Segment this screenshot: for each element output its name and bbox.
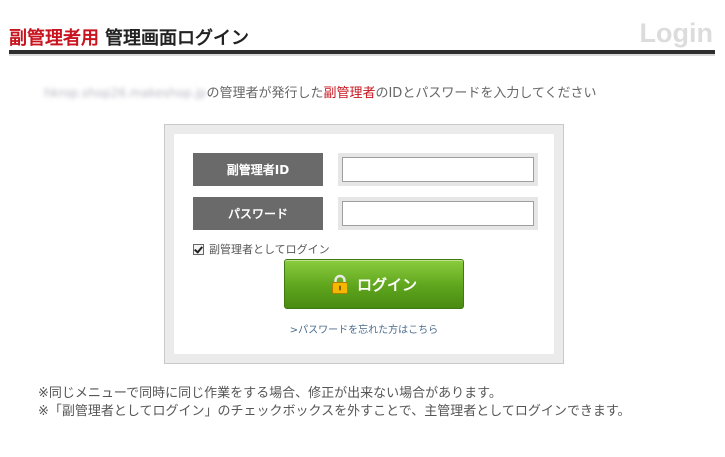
sub-admin-checkbox-row[interactable]: 副管理者としてログイン (193, 241, 330, 257)
login-page: 副管理者用 管理画面ログイン Login hkrop.shop26.makesho… (0, 0, 725, 457)
page-title: 副管理者用 管理画面ログイン (9, 24, 249, 50)
id-field-label: 副管理者ID (193, 153, 323, 186)
forgot-password-link[interactable]: >パスワードを忘れた方はこちら (174, 321, 554, 336)
title-admin-login: 管理画面ログイン (105, 28, 249, 49)
sub-admin-checkbox[interactable] (193, 243, 204, 255)
intro-text-highlight: 副管理者 (323, 86, 376, 101)
login-heading-graphic: Login (639, 18, 713, 48)
notes: ※同じメニューで同時に同じ作業をする場合、修正が出来ない場合があります。 ※「副… (38, 385, 698, 421)
password-field-wrapper (338, 197, 538, 230)
login-button[interactable]: ログイン (284, 259, 464, 309)
page-header: 副管理者用 管理画面ログイン Login (9, 18, 715, 54)
note-item: ※「副管理者としてログイン」のチェックボックスを外すことで、主管理者としてログイ… (38, 404, 631, 419)
login-button-label: ログイン (356, 275, 417, 294)
password-input[interactable] (342, 201, 534, 226)
shop-domain: hkrop.shop26.makeshop.jp (44, 86, 207, 100)
password-field-label: パスワード (193, 197, 323, 230)
lock-icon (331, 274, 348, 294)
note-item: ※同じメニューで同時に同じ作業をする場合、修正が出来ない場合があります。 (38, 386, 502, 401)
intro-text: hkrop.shop26.makeshop.jpの管理者が発行した副管理者のID… (44, 82, 597, 101)
intro-text-before: の管理者が発行した (206, 86, 324, 101)
login-form-panel: 副管理者ID パスワード 副管理者としてログイン ログイン >パスワードを忘れた… (164, 124, 564, 364)
login-form: 副管理者ID パスワード 副管理者としてログイン ログイン >パスワードを忘れた… (174, 134, 554, 354)
title-sub-admin: 副管理者用 (9, 28, 99, 49)
id-input[interactable] (342, 157, 534, 182)
id-field-wrapper (338, 153, 538, 186)
sub-admin-checkbox-label[interactable]: 副管理者としてログイン (209, 241, 330, 257)
header-divider-shadow (9, 54, 715, 56)
intro-text-after: のIDとパスワードを入力してください (375, 86, 597, 101)
